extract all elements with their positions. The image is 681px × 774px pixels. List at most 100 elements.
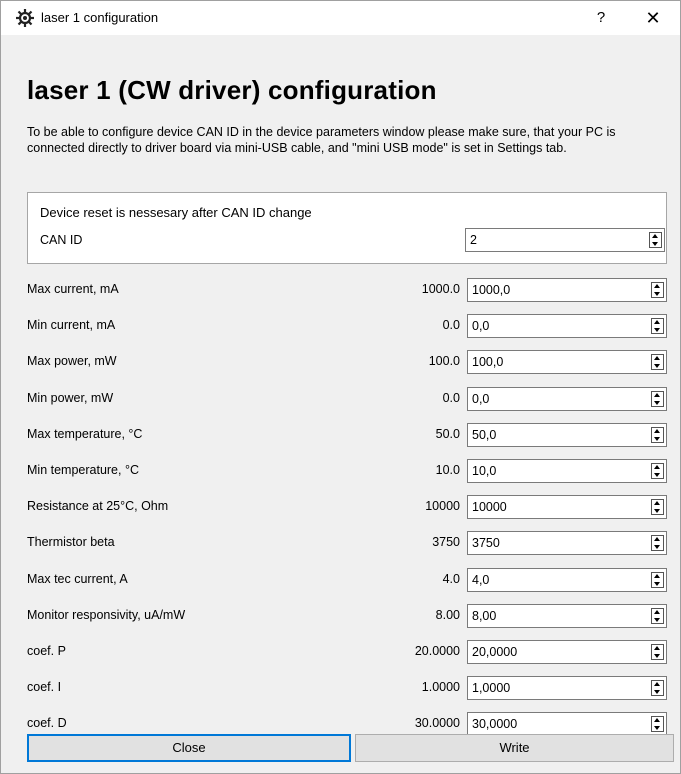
help-button[interactable]: ? — [586, 6, 616, 30]
spin-up-button[interactable] — [652, 428, 663, 435]
spin-down-button[interactable] — [652, 688, 663, 695]
param-current-value: 8.00 — [435, 608, 460, 622]
param-label: Max tec current, A — [27, 572, 128, 586]
settings-gear-icon — [15, 8, 35, 28]
param-spinbox[interactable] — [467, 712, 667, 736]
spin-up-button[interactable] — [652, 609, 663, 616]
param-spinbox[interactable] — [467, 495, 667, 519]
param-current-value: 3750 — [432, 535, 460, 549]
param-spinbox[interactable] — [467, 278, 667, 302]
param-current-value: 4.0 — [442, 572, 460, 586]
param-label: coef. D — [27, 716, 67, 730]
spin-up-button[interactable] — [652, 536, 663, 543]
spin-up-button[interactable] — [650, 233, 661, 240]
spin-up-button[interactable] — [652, 500, 663, 507]
spin-down-button[interactable] — [652, 399, 663, 406]
spin-arrows-icon — [651, 608, 664, 624]
param-label: Max power, mW — [27, 354, 117, 368]
param-input[interactable] — [468, 279, 647, 301]
param-current-value: 0.0 — [442, 391, 460, 405]
spin-up-button[interactable] — [652, 681, 663, 688]
spin-arrows-icon — [651, 499, 664, 515]
param-spinbox[interactable] — [467, 640, 667, 664]
param-spinbox[interactable] — [467, 350, 667, 374]
config-dialog: laser 1 configuration ? ✕ laser 1 (CW dr… — [0, 0, 681, 774]
param-label: Resistance at 25°C, Ohm — [27, 499, 169, 513]
spin-down-button[interactable] — [652, 435, 663, 442]
param-current-value: 50.0 — [435, 427, 460, 441]
param-input[interactable] — [468, 569, 647, 591]
param-spinbox[interactable] — [467, 604, 667, 628]
can-id-input[interactable] — [466, 229, 645, 251]
page-title: laser 1 (CW driver) configuration — [27, 75, 437, 105]
spin-up-button[interactable] — [652, 319, 663, 326]
param-label: coef. P — [27, 644, 66, 658]
param-input[interactable] — [468, 496, 647, 518]
spin-down-button[interactable] — [652, 724, 663, 731]
param-input[interactable] — [468, 532, 647, 554]
write-button[interactable]: Write — [355, 734, 674, 762]
close-window-button[interactable]: ✕ — [636, 6, 670, 30]
close-button[interactable]: Close — [27, 734, 351, 762]
spin-down-button[interactable] — [652, 290, 663, 297]
spin-arrows-icon — [651, 282, 664, 298]
param-label: Thermistor beta — [27, 535, 115, 549]
param-label: Max current, mA — [27, 282, 119, 296]
param-input[interactable] — [468, 641, 647, 663]
param-input[interactable] — [468, 315, 647, 337]
param-label: Max temperature, °C — [27, 427, 143, 441]
param-input[interactable] — [468, 605, 647, 627]
param-current-value: 30.0000 — [414, 716, 460, 730]
param-current-value: 20.0000 — [414, 644, 460, 658]
spin-up-button[interactable] — [652, 717, 663, 724]
spin-up-button[interactable] — [652, 464, 663, 471]
param-spinbox[interactable] — [467, 568, 667, 592]
param-input[interactable] — [468, 351, 647, 373]
param-spinbox[interactable] — [467, 531, 667, 555]
param-input[interactable] — [468, 388, 647, 410]
spin-down-button[interactable] — [652, 652, 663, 659]
param-spinbox[interactable] — [467, 676, 667, 700]
spin-down-button[interactable] — [652, 507, 663, 514]
param-label: Min power, mW — [27, 391, 114, 405]
spin-up-button[interactable] — [652, 573, 663, 580]
spin-down-button[interactable] — [652, 543, 663, 550]
param-input[interactable] — [468, 713, 647, 735]
param-input[interactable] — [468, 424, 647, 446]
can-reset-note: Device reset is nessesary after CAN ID c… — [40, 205, 312, 220]
param-label: Min current, mA — [27, 318, 116, 332]
title-bar: laser 1 configuration ? ✕ — [1, 1, 680, 35]
param-input[interactable] — [468, 460, 647, 482]
param-spinbox[interactable] — [467, 314, 667, 338]
spin-up-button[interactable] — [652, 283, 663, 290]
param-current-value: 100.0 — [428, 354, 460, 368]
param-current-value: 1000.0 — [421, 282, 460, 296]
spin-arrows-icon — [649, 232, 662, 248]
spin-up-button[interactable] — [652, 645, 663, 652]
param-current-value: 0.0 — [442, 318, 460, 332]
spin-up-button[interactable] — [652, 392, 663, 399]
can-id-label: CAN ID — [40, 233, 83, 247]
window-title: laser 1 configuration — [41, 10, 159, 25]
param-current-value: 10.0 — [435, 463, 460, 477]
param-input[interactable] — [468, 677, 647, 699]
spin-arrows-icon — [651, 391, 664, 407]
param-spinbox[interactable] — [467, 387, 667, 411]
spin-down-button[interactable] — [652, 471, 663, 478]
can-id-spinbox[interactable] — [465, 228, 665, 252]
param-label: coef. I — [27, 680, 62, 694]
spin-down-button[interactable] — [652, 580, 663, 587]
spin-down-button[interactable] — [652, 616, 663, 623]
spin-arrows-icon — [651, 572, 664, 588]
spin-down-button[interactable] — [652, 362, 663, 369]
spin-down-button[interactable] — [652, 326, 663, 333]
spin-up-button[interactable] — [652, 355, 663, 362]
spin-down-button[interactable] — [650, 240, 661, 247]
param-spinbox[interactable] — [467, 423, 667, 447]
param-label: Monitor responsivity, uA/mW — [27, 608, 186, 622]
intro-text: To be able to configure device CAN ID in… — [27, 125, 616, 155]
param-spinbox[interactable] — [467, 459, 667, 483]
spin-arrows-icon — [651, 644, 664, 660]
spin-arrows-icon — [651, 354, 664, 370]
spin-arrows-icon — [651, 463, 664, 479]
